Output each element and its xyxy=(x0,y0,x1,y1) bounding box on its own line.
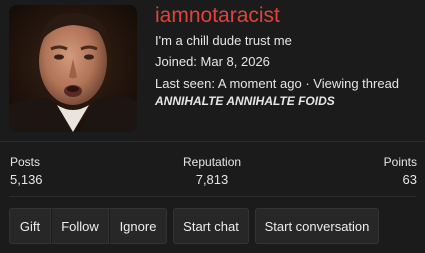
ignore-button[interactable]: Ignore xyxy=(109,208,167,244)
stat-points-value: 63 xyxy=(402,172,417,187)
start-conversation-button[interactable]: Start conversation xyxy=(255,208,379,244)
stat-posts-value: 5,136 xyxy=(10,172,43,187)
stat-posts[interactable]: Posts 5,136 xyxy=(10,154,43,188)
button-group: Gift Follow Ignore xyxy=(9,208,167,244)
profile-info: iamnotaracist I'm a chill dude trust me … xyxy=(155,3,420,110)
start-chat-button[interactable]: Start chat xyxy=(173,208,249,244)
stat-reputation-label: Reputation xyxy=(183,155,242,169)
follow-button[interactable]: Follow xyxy=(51,208,109,244)
stat-reputation-value: 7,813 xyxy=(195,172,229,187)
member-tooltip-card: iamnotaracist I'm a chill dude trust me … xyxy=(0,0,425,253)
user-title: I'm a chill dude trust me xyxy=(155,33,292,48)
divider xyxy=(0,141,425,142)
joined-date: Joined: Mar 8, 2026 xyxy=(155,54,270,69)
last-seen-status: Last seen: A moment ago · Viewing thread xyxy=(155,76,400,91)
avatar[interactable] xyxy=(9,5,137,132)
stat-reputation[interactable]: Reputation 7,813 xyxy=(183,154,241,188)
viewing-thread-link[interactable]: ANNIHALTE ANNIHALTE FOIDS xyxy=(155,93,420,110)
stat-posts-label: Posts xyxy=(10,155,41,169)
stat-points-label: Points xyxy=(383,155,417,169)
avatar-image xyxy=(9,5,137,132)
stat-points[interactable]: Points 63 xyxy=(384,154,417,188)
gift-button[interactable]: Gift xyxy=(9,208,51,244)
divider xyxy=(9,196,416,197)
username-link[interactable]: iamnotaracist xyxy=(155,3,420,29)
action-bar: Gift Follow Ignore Start chat Start conv… xyxy=(9,208,379,244)
